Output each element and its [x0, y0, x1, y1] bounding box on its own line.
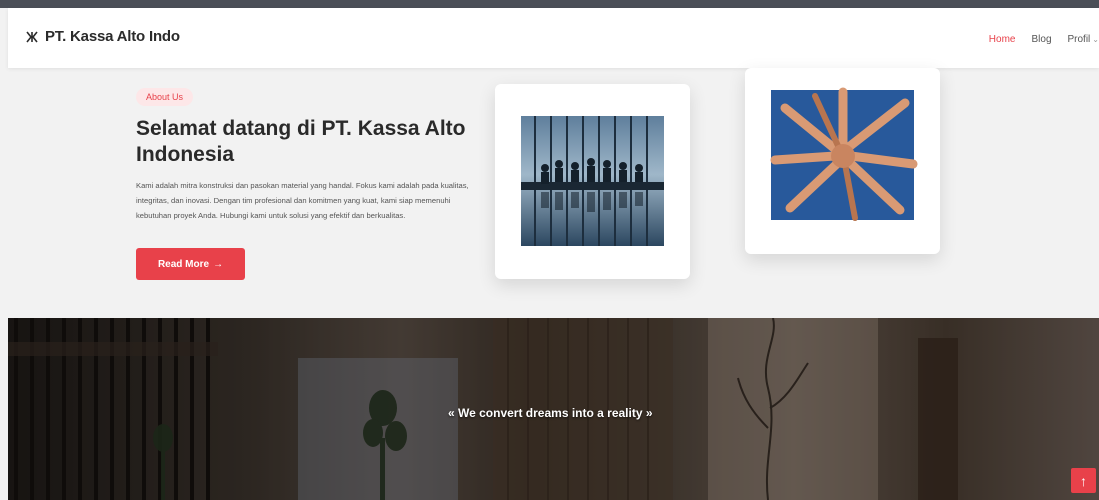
about-section: About Us Selamat datang di PT. Kassa Alt… [8, 68, 1099, 318]
teamwork-image-card [745, 68, 940, 254]
banner-tagline: « We convert dreams into a reality » [448, 406, 653, 420]
nav-home[interactable]: Home [989, 34, 1016, 45]
main-nav: Home Blog Profil ⌄ [989, 34, 1099, 45]
interior-banner: « We convert dreams into a reality » [8, 318, 1099, 500]
nav-profil-label: Profil [1067, 34, 1091, 45]
meeting-image-card [495, 84, 690, 279]
teamwork-image [770, 87, 918, 221]
brand-name: PT. Kassa Alto Indo [45, 28, 180, 45]
read-more-button[interactable]: Read More → [136, 248, 245, 280]
section-pill: About Us [136, 88, 194, 106]
read-more-label: Read More [157, 258, 210, 270]
arrow-right-icon: → [213, 258, 224, 270]
back-to-top-button[interactable]: ↑ [1071, 468, 1096, 493]
nav-blog[interactable]: Blog [1031, 34, 1051, 45]
navbar: PT. Kassa Alto Indo Home Blog Profil ⌄ [8, 8, 1099, 68]
hero-title: Selamat datang di PT. Kassa Alto Indones… [136, 117, 466, 166]
chevron-down-icon: ⌄ [1092, 35, 1099, 44]
logo-icon [26, 31, 38, 42]
hero-description: Kami adalah mitra konstruksi dan pasokan… [136, 181, 469, 220]
meeting-image [521, 116, 664, 246]
arrow-up-icon: ↑ [1080, 472, 1087, 489]
brand[interactable]: PT. Kassa Alto Indo [25, 28, 180, 45]
nav-profil[interactable]: Profil ⌄ [1068, 34, 1099, 45]
top-accent-bar [0, 0, 1099, 8]
